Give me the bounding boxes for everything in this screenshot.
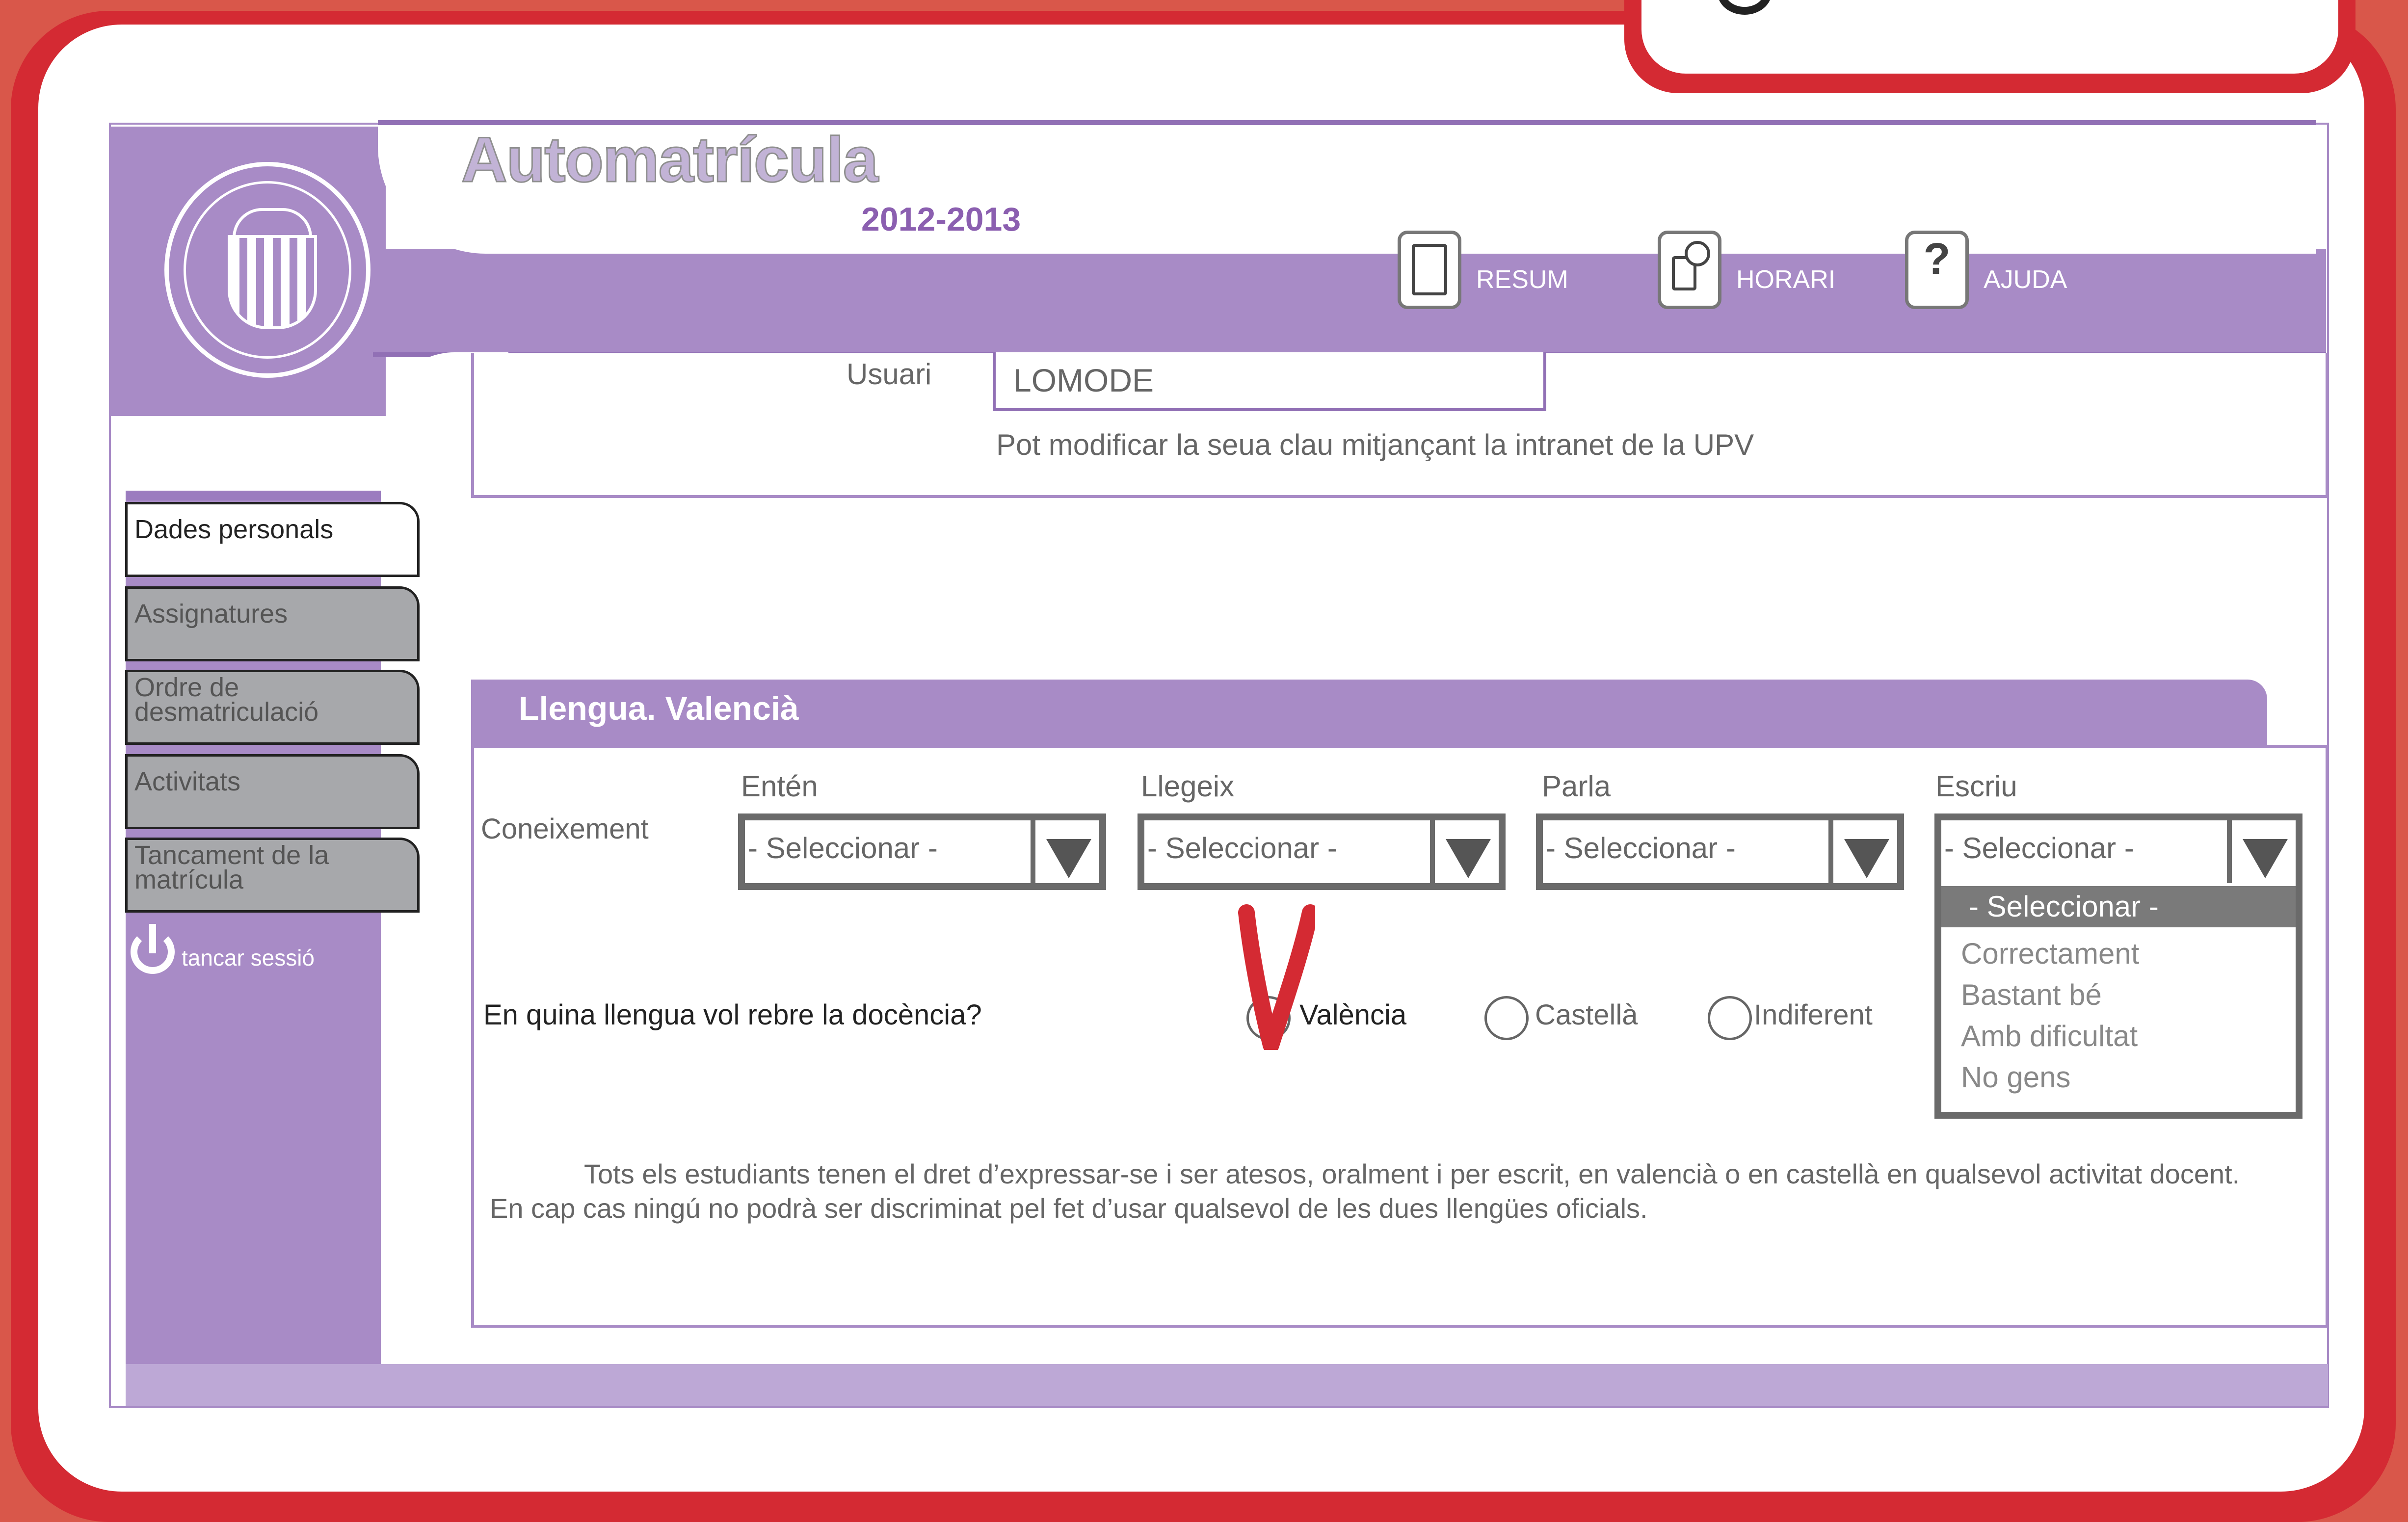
footer-bar: [126, 1364, 2328, 1406]
escriu-dropdown-list: - Seleccionar - Correctament Bastant bé …: [1934, 883, 2302, 1119]
radio-label-indiferent: Indiferent: [1754, 999, 1873, 1031]
document-icon: [1398, 231, 1461, 309]
select-value: - Seleccionar -: [1147, 832, 1337, 865]
user-label: Usuari: [847, 358, 932, 391]
select-value: - Seleccionar -: [1944, 832, 2134, 865]
app-title: Automatrícula: [460, 123, 879, 196]
col-header-parla: Parla: [1542, 770, 1611, 803]
sidebar-item-label: Dades personals: [134, 515, 334, 544]
academic-year: 2012-2013: [861, 201, 1021, 238]
sidebar-item-activitats[interactable]: Activitats: [125, 754, 420, 829]
chevron-down-icon[interactable]: [1828, 820, 1897, 883]
clock-document-icon: [1658, 231, 1721, 309]
checkmark-annotation-icon: [1238, 904, 1315, 1050]
sidebar-item-dades-personals[interactable]: Dades personals: [125, 502, 420, 577]
section-title: Llengua. Valencià: [519, 690, 799, 727]
escriu-select[interactable]: - Seleccionar -: [1934, 813, 2302, 890]
dropdown-option[interactable]: Bastant bé: [1941, 974, 2296, 1016]
chevron-down-icon[interactable]: [1430, 820, 1499, 883]
logout-button[interactable]: tancar sessió: [129, 924, 384, 984]
notice-text: En cap cas ningú no podrà ser discrimina…: [490, 1193, 1648, 1224]
knowledge-label: Coneixement: [481, 813, 649, 845]
sidebar-item-tancament[interactable]: Tancament de la matrícula: [125, 838, 420, 913]
sidebar-item-ordre-desmatriculacio[interactable]: Ordre de desmatriculació: [125, 670, 420, 745]
col-header-enten: Entén: [741, 770, 818, 803]
sidebar-item-label: Assignatures: [134, 599, 288, 629]
resum-label: RESUM: [1476, 265, 1568, 294]
select-value: - Seleccionar -: [1546, 832, 1736, 865]
sidebar-item-label: Activitats: [134, 767, 241, 796]
seal-shield: [228, 235, 317, 329]
university-seal-icon: [164, 162, 370, 378]
sidebar-item-label: Ordre de desmatriculació: [134, 673, 319, 727]
chevron-down-icon[interactable]: [1031, 820, 1099, 883]
llegeix-select[interactable]: - Seleccionar -: [1138, 813, 1506, 890]
dropdown-option[interactable]: Correctament: [1941, 933, 2296, 974]
radio-label-valencia: València: [1299, 999, 1407, 1031]
username-field[interactable]: [993, 352, 1546, 411]
select-value: - Seleccionar -: [748, 832, 938, 865]
password-hint: Pot modificar la seua clau mitjançant la…: [996, 428, 1754, 461]
sidebar-item-label: Tancament de la matrícula: [134, 840, 329, 894]
notice-text: Tots els estudiants tenen el dret d’expr…: [584, 1158, 2240, 1189]
col-header-escriu: Escriu: [1935, 770, 2017, 803]
help-icon: ?: [1905, 231, 1969, 309]
ajuda-label: AJUDA: [1984, 265, 2067, 294]
logout-label: tancar sessió: [182, 945, 315, 971]
language-question: En quina llengua vol rebre la docència?: [483, 999, 982, 1031]
horari-label: HORARI: [1736, 265, 1836, 294]
sidebar-top-rule: [126, 491, 381, 500]
parla-select[interactable]: - Seleccionar -: [1536, 813, 1904, 890]
dropdown-option[interactable]: - Seleccionar -: [1941, 886, 2296, 927]
chevron-down-icon[interactable]: [2227, 820, 2296, 883]
radio-indiferent[interactable]: [1708, 996, 1752, 1040]
radio-castella[interactable]: [1484, 996, 1529, 1040]
sidebar-item-assignatures[interactable]: Assignatures: [125, 586, 420, 661]
dropdown-option[interactable]: Amb dificultat: [1941, 1016, 2296, 1057]
col-header-llegeix: Llegeix: [1141, 770, 1235, 803]
power-icon: [131, 924, 175, 974]
enten-select[interactable]: - Seleccionar -: [738, 813, 1106, 890]
dropdown-option[interactable]: No gens: [1941, 1057, 2296, 1098]
radio-label-castella: Castellà: [1535, 999, 1638, 1031]
